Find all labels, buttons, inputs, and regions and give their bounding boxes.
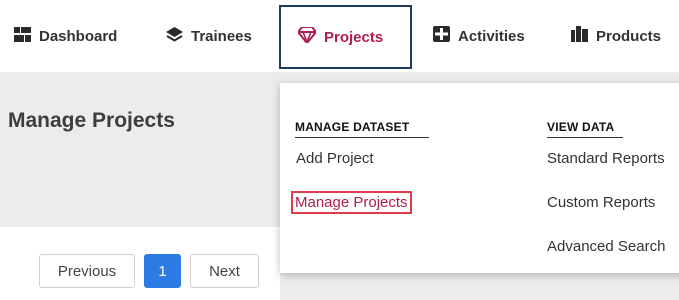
nav-dashboard-label: Dashboard (39, 27, 118, 45)
nav-dashboard[interactable]: Dashboard (14, 0, 117, 72)
nav-activities[interactable]: Activities (433, 0, 525, 72)
top-navigation: Dashboard Trainees Projects Activities P… (0, 0, 679, 72)
nav-products-label: Products (596, 27, 662, 45)
puzzle-icon (433, 26, 450, 46)
menu-heading-manage-dataset: MANAGE DATASET (295, 120, 429, 138)
heading-underline (295, 137, 429, 138)
menu-link-advanced-search[interactable]: Advanced Search (547, 238, 665, 255)
pagination-next-button[interactable]: Next (190, 254, 259, 288)
pagination-previous-button[interactable]: Previous (39, 254, 135, 288)
projects-dropdown-menu: MANAGE DATASET Add Project Manage Projec… (280, 83, 679, 273)
menu-heading-manage-dataset-text: MANAGE DATASET (295, 120, 410, 134)
pagination-page-button[interactable]: 1 (144, 254, 181, 288)
menu-link-add-project[interactable]: Add Project (296, 150, 374, 167)
nav-projects-label: Projects (324, 28, 384, 46)
nav-trainees-label: Trainees (191, 27, 252, 45)
page-title: Manage Projects (8, 109, 175, 132)
nav-trainees[interactable]: Trainees (166, 0, 252, 72)
nav-products[interactable]: Products (571, 0, 661, 72)
nav-activities-label: Activities (458, 27, 525, 45)
dashboard-icon (14, 26, 31, 46)
menu-heading-view-data-text: VIEW DATA (547, 120, 615, 134)
menu-heading-view-data: VIEW DATA (547, 120, 623, 138)
layers-icon (166, 26, 183, 46)
nav-projects[interactable]: Projects (279, 5, 412, 69)
menu-link-standard-reports[interactable]: Standard Reports (547, 150, 665, 167)
gem-icon (296, 26, 318, 47)
menu-link-manage-projects[interactable]: Manage Projects (291, 191, 412, 214)
menu-link-custom-reports[interactable]: Custom Reports (547, 194, 655, 211)
products-icon (571, 26, 588, 46)
heading-underline (547, 137, 623, 138)
